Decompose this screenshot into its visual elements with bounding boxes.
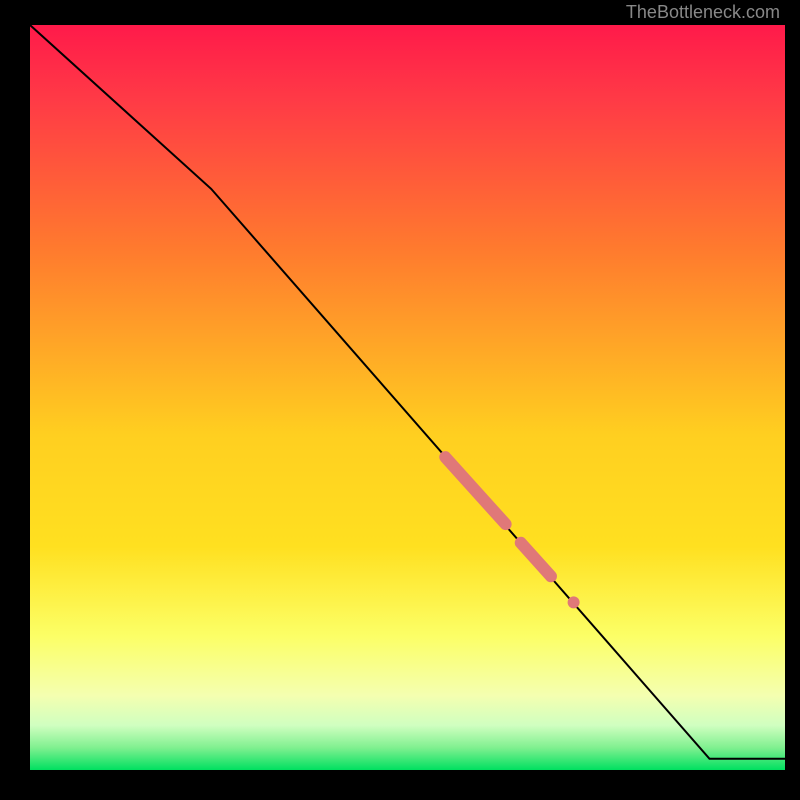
data-line xyxy=(30,25,785,759)
data-marker-point xyxy=(568,596,580,608)
data-marker-segment xyxy=(445,457,505,524)
plot-area xyxy=(30,25,785,770)
chart-overlay xyxy=(30,25,785,770)
attribution-text: TheBottleneck.com xyxy=(626,2,780,23)
data-marker-segment xyxy=(521,543,551,577)
